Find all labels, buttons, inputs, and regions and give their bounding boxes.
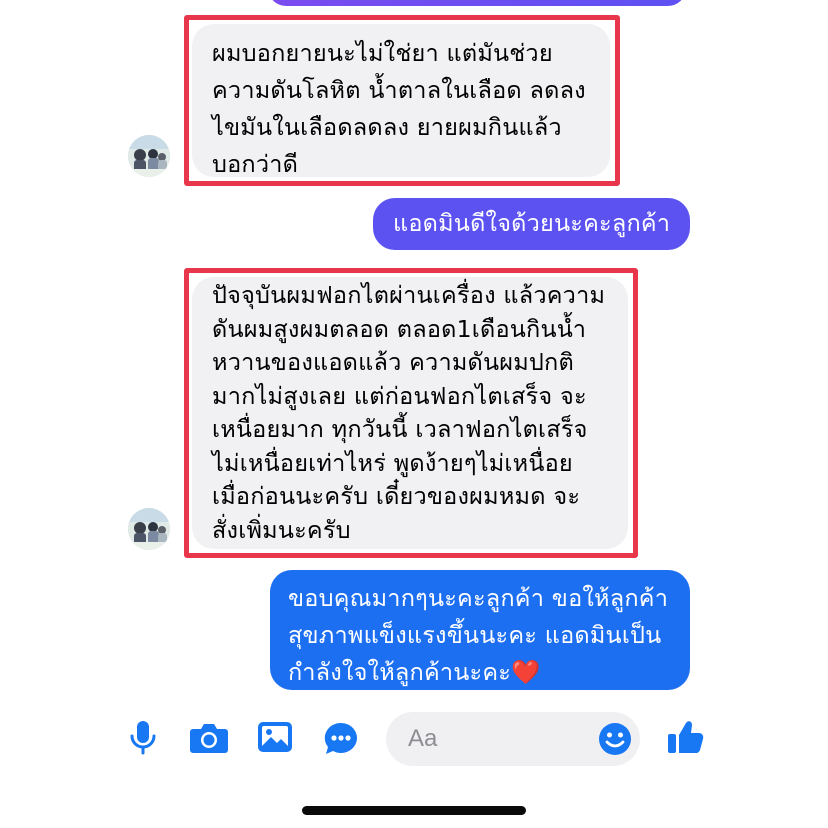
- message-input[interactable]: [408, 723, 588, 755]
- gallery-icon[interactable]: [257, 721, 293, 757]
- microphone-icon[interactable]: [128, 720, 158, 760]
- thumbs-up-icon[interactable]: [666, 718, 704, 760]
- camera-icon[interactable]: [189, 722, 229, 758]
- chat-apps-icon[interactable]: [323, 721, 359, 761]
- incoming-message-bubble[interactable]: ผมบอกยายนะไม่ใช่ยา แต่มันช่วย ความดันโลห…: [192, 24, 610, 178]
- avatar-photo: [128, 135, 170, 177]
- incoming-message-bubble[interactable]: ปัจจุบันผมฟอกไตผ่านเครื่อง แล้วความ ดันผ…: [192, 277, 628, 549]
- previous-outgoing-bubble: [268, 0, 686, 6]
- message-composer[interactable]: [386, 712, 640, 766]
- avatar[interactable]: [128, 508, 170, 550]
- home-indicator: [302, 806, 526, 815]
- avatar[interactable]: [128, 135, 170, 177]
- avatar-photo: [128, 508, 170, 550]
- outgoing-message-bubble[interactable]: ขอบคุณมากๆนะคะลูกค้า ขอให้ลูกค้า สุขภาพแ…: [270, 570, 690, 690]
- outgoing-message-bubble[interactable]: แอดมินดีใจด้วยนะคะลูกค้า: [373, 198, 690, 250]
- emoji-icon[interactable]: [598, 722, 632, 760]
